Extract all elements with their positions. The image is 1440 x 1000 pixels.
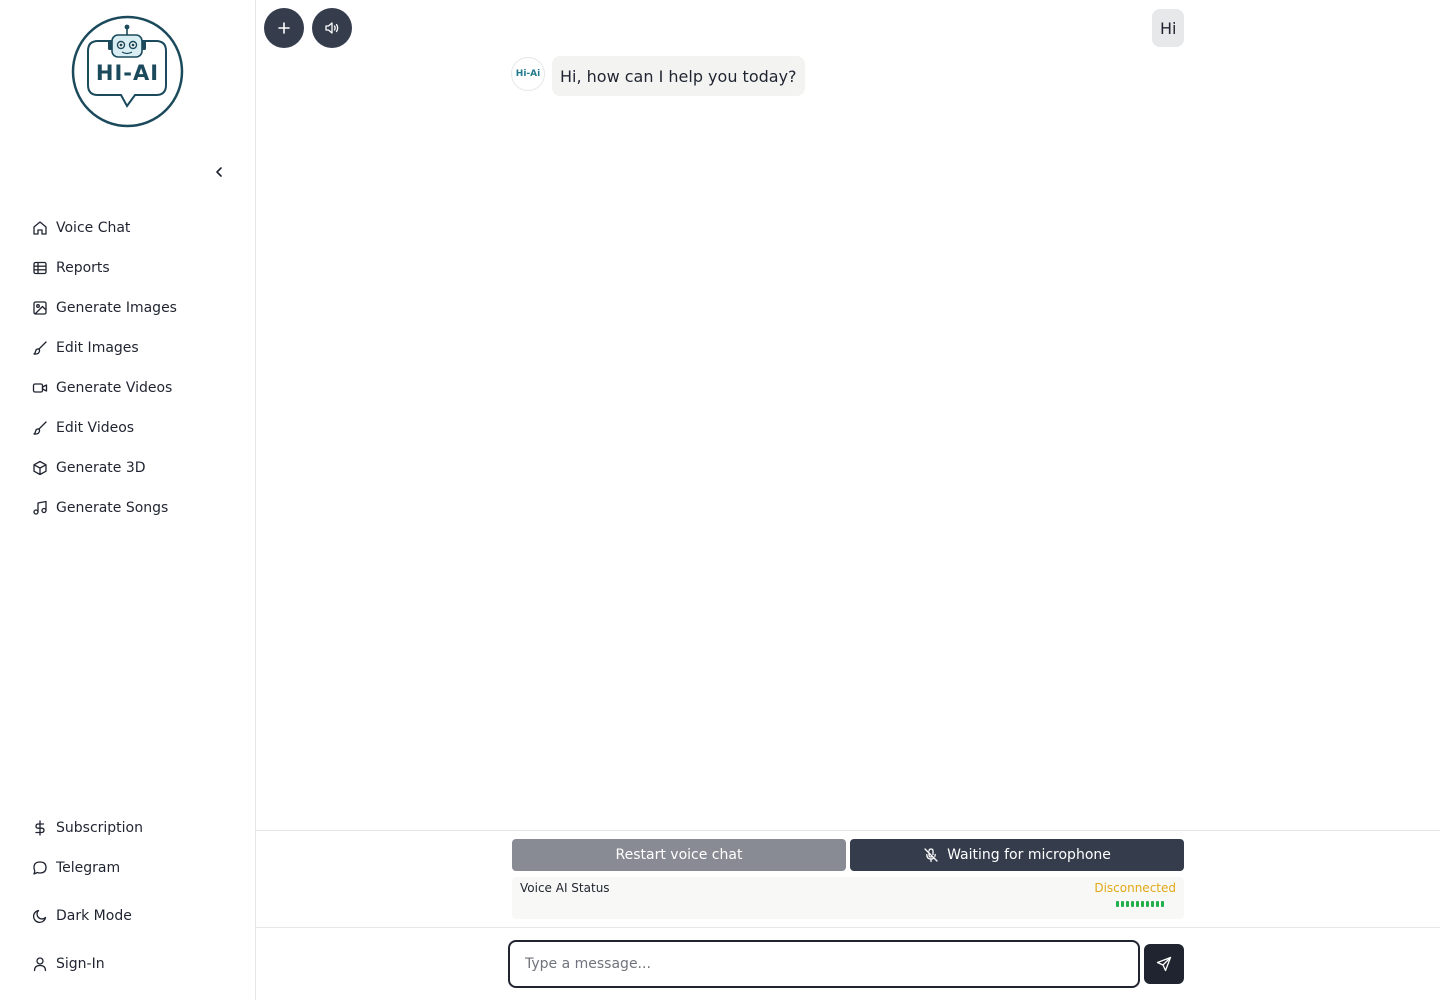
nav-label: Voice Chat	[56, 220, 131, 236]
nav-item-sign-in[interactable]: Sign-In	[30, 944, 240, 984]
cube-icon	[30, 458, 50, 478]
composer	[256, 928, 1440, 1000]
message-input[interactable]	[508, 940, 1140, 988]
nav-label: Edit Images	[56, 340, 139, 356]
level-bar	[1146, 901, 1149, 907]
level-bar	[1161, 901, 1164, 907]
user-message: Hi	[1152, 9, 1185, 47]
nav-label: Reports	[56, 260, 110, 276]
nav-label: Sign-In	[56, 956, 105, 972]
chevron-left-icon	[216, 167, 222, 177]
level-bar	[1151, 901, 1154, 907]
voice-status-value: Disconnected	[1094, 881, 1176, 895]
chat-bubble-icon	[30, 858, 50, 878]
home-icon	[30, 218, 50, 238]
new-chat-button[interactable]	[264, 8, 304, 48]
logo-text: HI-AI	[95, 61, 160, 85]
microphone-button[interactable]: Waiting for microphone	[850, 839, 1184, 871]
nav-item-generate-songs[interactable]: Generate Songs	[30, 488, 240, 528]
level-bar	[1121, 901, 1124, 907]
nav-label: Telegram	[56, 860, 121, 876]
nav-item-edit-images[interactable]: Edit Images	[30, 328, 240, 368]
nav-label: Edit Videos	[56, 420, 135, 436]
collapse-sidebar-button[interactable]	[209, 162, 229, 182]
bottom-nav: Subscription Telegram Dark Mode Sign-In	[30, 808, 240, 984]
assistant-avatar: Hi-Ai	[511, 57, 545, 91]
chat-area: Hi Hi-Ai Hi, how can I help you today? R…	[256, 0, 1440, 1000]
hi-ai-logo[interactable]: HI-AI	[71, 15, 184, 128]
video-icon	[30, 378, 50, 398]
nav-label: Generate Videos	[56, 380, 173, 396]
nav-label: Subscription	[56, 820, 143, 836]
mic-label: Waiting for microphone	[947, 847, 1111, 863]
level-bar	[1131, 901, 1134, 907]
nav-item-edit-videos[interactable]: Edit Videos	[30, 408, 240, 448]
level-bar	[1116, 901, 1119, 907]
nav-label: Generate Images	[56, 300, 177, 316]
brush-icon	[30, 418, 50, 438]
nav-label: Generate Songs	[56, 500, 169, 516]
mic-off-icon	[923, 847, 939, 863]
level-bar	[1126, 901, 1129, 907]
send-button[interactable]	[1144, 944, 1184, 984]
send-icon	[1156, 956, 1172, 972]
speaker-icon	[325, 22, 339, 34]
voice-panel: Restart voice chat Waiting for microphon…	[256, 830, 1440, 928]
nav-item-reports[interactable]: Reports	[30, 248, 240, 288]
plus-icon	[278, 22, 290, 34]
nav-item-telegram[interactable]: Telegram	[30, 848, 240, 888]
level-bar	[1136, 901, 1139, 907]
nav-item-generate-3d[interactable]: Generate 3D	[30, 448, 240, 488]
restart-voice-chat-button[interactable]: Restart voice chat	[512, 839, 846, 871]
level-bar	[1156, 901, 1159, 907]
dollar-icon	[30, 818, 50, 838]
user-icon	[30, 954, 50, 974]
speaker-button[interactable]	[312, 8, 352, 48]
restart-label: Restart voice chat	[615, 847, 743, 863]
nav-label: Dark Mode	[56, 908, 132, 924]
level-bar	[1141, 901, 1144, 907]
nav-item-generate-images[interactable]: Generate Images	[30, 288, 240, 328]
moon-icon	[30, 906, 50, 926]
brush-icon	[30, 338, 50, 358]
voice-status-box: Voice AI Status Disconnected	[512, 877, 1184, 919]
nav-item-generate-videos[interactable]: Generate Videos	[30, 368, 240, 408]
nav-item-voice-chat[interactable]: Voice Chat	[30, 208, 240, 248]
image-icon	[30, 298, 50, 318]
voice-status-label: Voice AI Status	[520, 881, 610, 895]
dark-mode-toggle[interactable]: Dark Mode	[30, 896, 240, 936]
music-icon	[30, 498, 50, 518]
nav-label: Generate 3D	[56, 460, 146, 476]
nav-item-subscription[interactable]: Subscription	[30, 808, 240, 848]
sidebar: HI-AI Voice Chat Reports Generate Images	[0, 0, 256, 1000]
table-icon	[30, 258, 50, 278]
main-nav: Voice Chat Reports Generate Images Edit …	[30, 208, 240, 528]
assistant-message: Hi, how can I help you today?	[552, 56, 805, 96]
audio-level-meter	[1116, 901, 1164, 907]
